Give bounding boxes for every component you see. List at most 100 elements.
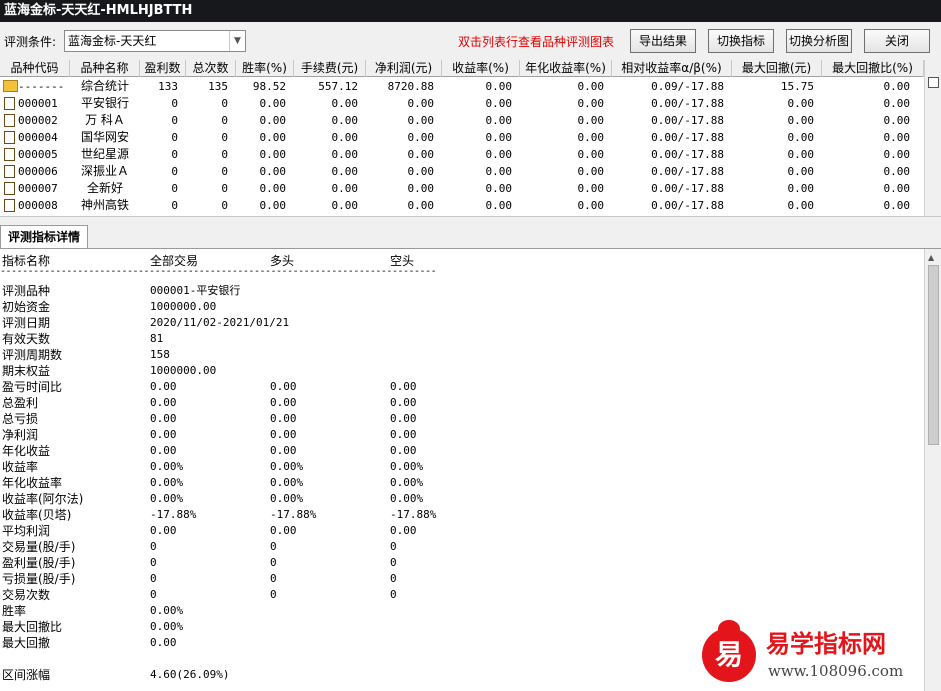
table-cell: 135 <box>208 80 228 93</box>
close-button[interactable]: 关闭 <box>864 29 930 53</box>
detail-value: 0.00 <box>150 636 177 649</box>
table-cell: 0.00 <box>787 97 815 110</box>
logo-icon: 易 <box>702 628 756 682</box>
condition-value: 蓝海金标-天天红 <box>68 34 157 48</box>
scroll-box-icon[interactable] <box>928 77 939 88</box>
double-click-hint: 双击列表行查看品种评测图表 <box>458 35 615 49</box>
detail-value: 0.00% <box>270 476 304 489</box>
tab-evaluation-detail[interactable]: 评测指标详情 <box>0 225 88 249</box>
table-row[interactable]: ------- 综合统计 133 135 98.52 557.12 8720.88 0.00 0… <box>0 78 924 95</box>
column-header[interactable]: 最大回撤(元) <box>732 60 822 77</box>
detail-value: 0.00% <box>150 492 184 505</box>
column-header[interactable]: 胜率(%) <box>236 60 294 77</box>
table-cell: 133 <box>158 80 178 93</box>
chevron-down-icon[interactable]: ▼ <box>229 31 245 51</box>
table-row[interactable]: 000007 全新好 0 0 0.00 0.00 0.00 0.00 0.00 0.00/-17.… <box>0 180 924 197</box>
table-cell: 0.00/-17.88 <box>651 199 724 212</box>
column-header[interactable]: 手续费(元) <box>294 60 366 77</box>
detail-value: 81 <box>150 332 164 345</box>
switch-chart-button[interactable]: 切换分析图 <box>786 29 852 53</box>
scroll-up-icon[interactable]: ▲ <box>928 253 934 262</box>
column-header[interactable]: 相对收益率α/β(%) <box>612 60 732 77</box>
table-row[interactable]: 000005 世纪星源 0 0 0.00 0.00 0.00 0.00 0.00 0.00/-17… <box>0 146 924 163</box>
detail-value: 0.00% <box>150 604 184 617</box>
table-row[interactable]: 000008 神州高铁 0 0 0.00 0.00 0.00 0.00 0.00 0.00/-17… <box>0 197 924 214</box>
table-row[interactable]: 000006 深振业Ａ 0 0 0.00 0.00 0.00 0.00 0.00 0.00/-17… <box>0 163 924 180</box>
detail-value: 0 <box>270 588 277 601</box>
detail-value: 1000000.00 <box>150 300 217 313</box>
table-cell: 0.00 <box>577 97 605 110</box>
detail-row: 平均利润 0.00 0.00 0.00 <box>0 523 924 539</box>
detail-label: 区间涨幅 <box>2 668 51 682</box>
detail-label: 总亏损 <box>2 412 39 426</box>
detail-header: 指标名称 全部交易 多头 空头 <box>0 249 924 269</box>
table-cell: 0 <box>171 199 178 212</box>
detail-value: 0.00% <box>390 492 424 505</box>
detail-row: 盈亏时间比 0.00 0.00 0.00 <box>0 379 924 395</box>
table-cell: 0.00 <box>577 182 605 195</box>
detail-value: 0 <box>270 572 277 585</box>
detail-value: 0.00% <box>270 492 304 505</box>
detail-row: 交易次数 0 0 0 <box>0 587 924 603</box>
table-cell: 0.00 <box>883 80 911 93</box>
table-cell: 0.00 <box>331 165 359 178</box>
export-button[interactable]: 导出结果 <box>630 29 696 53</box>
detail-row: 期末权益 1000000.00 <box>0 363 924 379</box>
results-table[interactable]: 品种代码 品种名称 盈利数 总次数 胜率(%) 手续费(元) 净利润(元) 收益率(%) 年化收… <box>0 60 941 216</box>
table-cell: 0.00/-17.88 <box>651 148 724 161</box>
column-header[interactable]: 盈利数 <box>140 60 186 77</box>
table-row[interactable]: 000004 国华网安 0 0 0.00 0.00 0.00 0.00 0.00 0.00/-17… <box>0 129 924 146</box>
column-header[interactable]: 年化收益率(%) <box>520 60 612 77</box>
logo-char: 易 <box>714 638 743 671</box>
table-cell: 000007 <box>18 182 58 195</box>
table-cell: 0.00 <box>407 165 435 178</box>
table-cell: 0.00 <box>577 114 605 127</box>
detail-row: 净利润 0.00 0.00 0.00 <box>0 427 924 443</box>
detail-value: 0 <box>150 556 157 569</box>
detail-value: 0 <box>390 540 397 553</box>
column-header[interactable]: 品种代码 <box>0 60 70 77</box>
column-header[interactable]: 品种名称 <box>70 60 140 77</box>
table-scrollbar[interactable] <box>924 60 941 216</box>
detail-row: 盈利量(股/手) 0 0 0 <box>0 555 924 571</box>
column-header[interactable]: 最大回撤比(%) <box>822 60 924 77</box>
column-header[interactable]: 收益率(%) <box>442 60 520 77</box>
detail-label: 亏损量(股/手) <box>2 572 76 586</box>
detail-label: 收益率(阿尔法) <box>2 492 84 506</box>
detail-value: 0 <box>150 540 157 553</box>
table-cell: 0 <box>171 148 178 161</box>
switch-indicator-button[interactable]: 切换指标 <box>708 29 774 53</box>
table-cell: 0 <box>221 114 228 127</box>
detail-label: 评测品种 <box>2 284 51 298</box>
table-cell: 0.00 <box>259 182 287 195</box>
detail-value: 2020/11/02-2021/01/21 <box>150 316 290 329</box>
table-cell: 0.00 <box>485 199 513 212</box>
detail-value: -17.88% <box>270 508 317 521</box>
table-row[interactable]: 000001 平安银行 0 0 0.00 0.00 0.00 0.00 0.00 0.00/-17… <box>0 95 924 112</box>
detail-label: 净利润 <box>2 428 39 442</box>
detail-scrollbar[interactable]: ▲ <box>924 249 941 691</box>
table-cell: 0.00 <box>787 114 815 127</box>
table-cell: 15.75 <box>780 80 814 93</box>
table-cell: 0.00 <box>485 165 513 178</box>
condition-select[interactable]: 蓝海金标-天天红 ▼ <box>64 30 246 52</box>
column-header[interactable]: 总次数 <box>186 60 236 77</box>
scroll-thumb[interactable] <box>928 265 939 445</box>
detail-value: 0.00 <box>270 524 297 537</box>
table-cell: 0.00 <box>485 131 513 144</box>
table-cell: 0 <box>171 114 178 127</box>
site-watermark: 易 易学指标网 www.108096.com <box>700 620 924 686</box>
table-cell: 0.00 <box>577 165 605 178</box>
detail-label: 初始资金 <box>2 300 51 314</box>
detail-value: 0.00 <box>390 380 417 393</box>
table-row[interactable]: 000002 万 科Ａ 0 0 0.00 0.00 0.00 0.00 0.00 0.00/-17… <box>0 112 924 129</box>
detail-value: 0.00% <box>390 476 424 489</box>
column-header[interactable]: 净利润(元) <box>366 60 442 77</box>
table-cell: 0.00 <box>787 165 815 178</box>
detail-value: 0 <box>390 572 397 585</box>
detail-label: 期末权益 <box>2 364 51 378</box>
table-cell: 0.00 <box>485 182 513 195</box>
detail-value: 0.00 <box>270 380 297 393</box>
detail-label: 收益率(贝塔) <box>2 508 72 522</box>
detail-row: 收益率 0.00% 0.00% 0.00% <box>0 459 924 475</box>
